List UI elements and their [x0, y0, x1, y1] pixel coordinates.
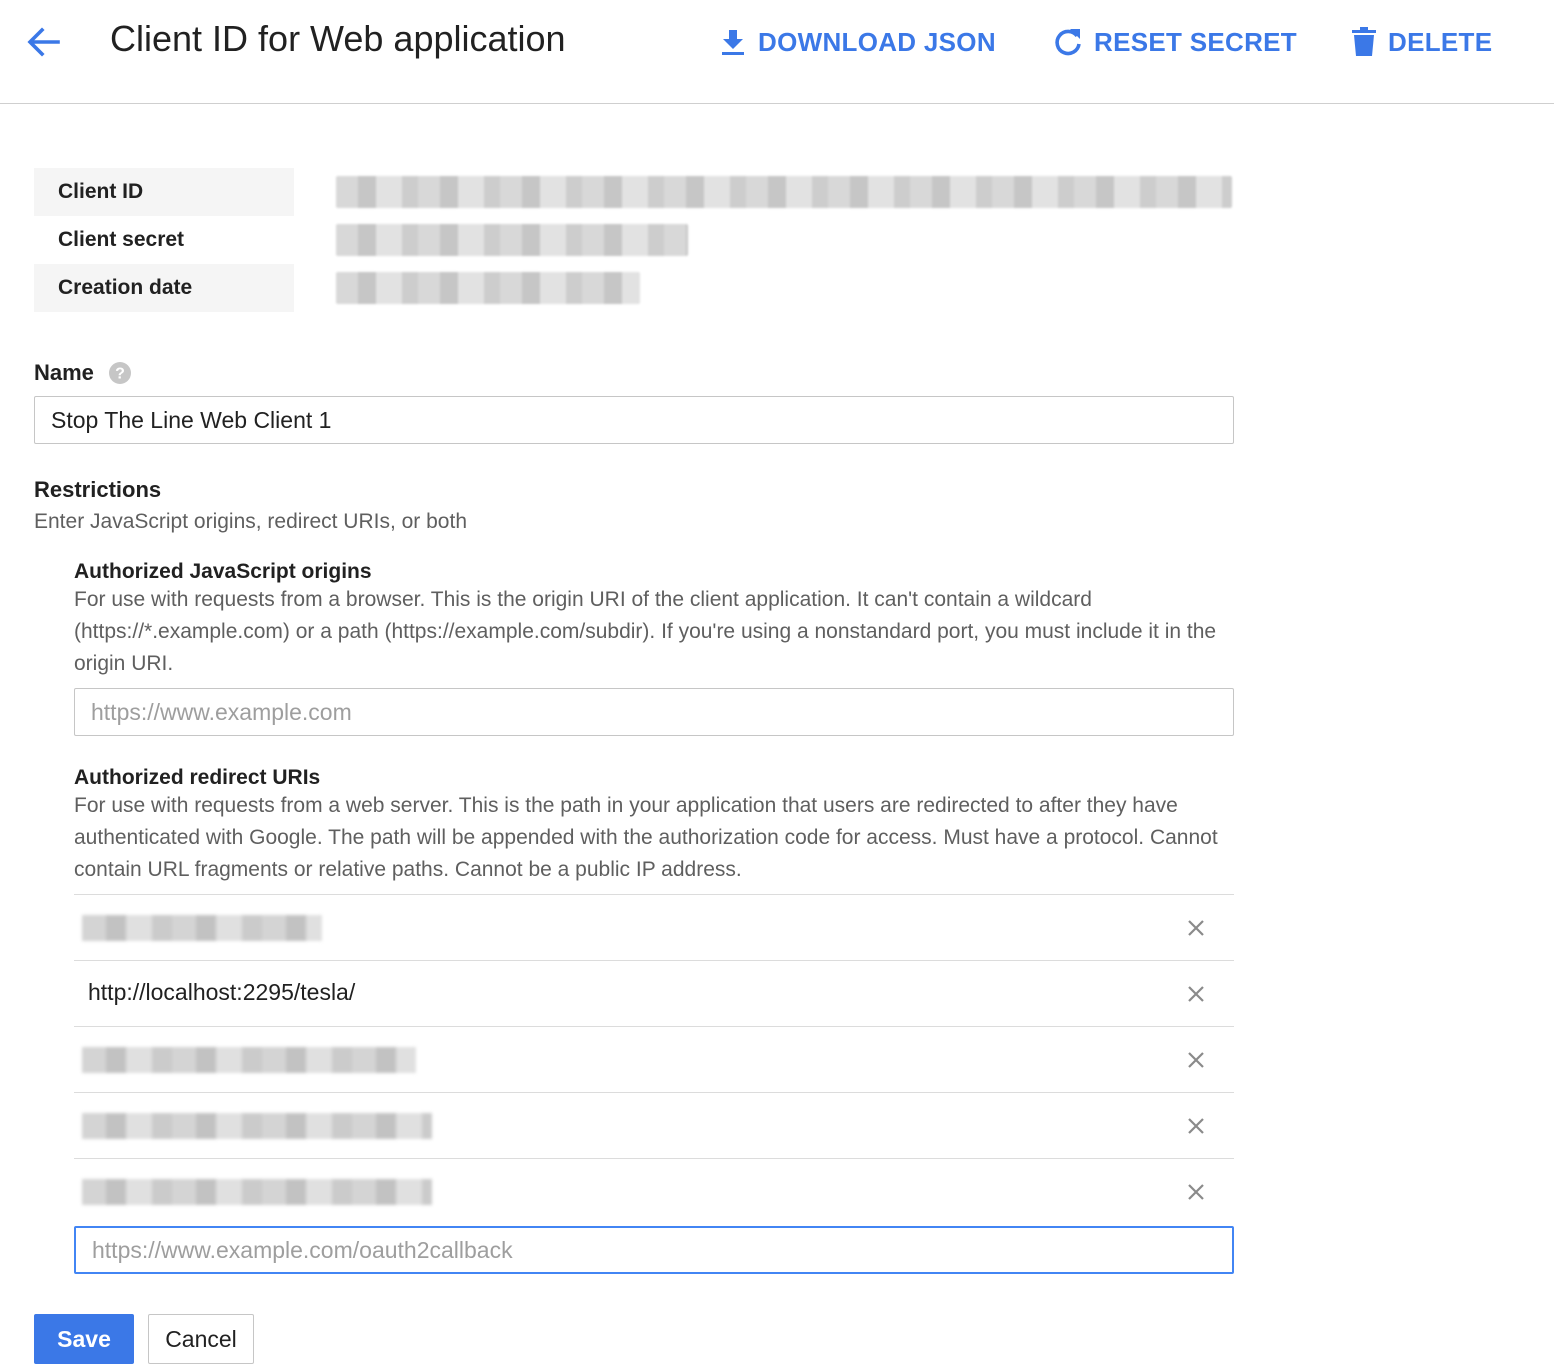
redirect-uri-redacted [82, 1047, 416, 1073]
help-button[interactable]: ? [108, 361, 132, 385]
client-secret-row: Client secret [34, 216, 1234, 264]
redirect-uri-redacted [82, 1113, 432, 1139]
client-secret-value-redacted [336, 224, 688, 256]
svg-text:?: ? [115, 366, 125, 383]
close-icon [1188, 986, 1204, 1002]
restrictions-subtitle: Enter JavaScript origins, redirect URIs,… [34, 510, 468, 533]
js-origins-description: For use with requests from a browser. Th… [74, 588, 1217, 675]
redirect-uri-redacted [82, 1179, 432, 1205]
creation-date-value-redacted [336, 272, 640, 304]
reset-secret-label: RESET SECRET [1094, 26, 1297, 57]
back-button[interactable] [22, 22, 66, 62]
js-origin-input[interactable] [74, 688, 1234, 736]
restrictions-title: Restrictions [34, 477, 162, 502]
redirect-uri-row [74, 1027, 1234, 1093]
remove-uri-button[interactable] [1184, 982, 1208, 1006]
close-icon [1188, 1184, 1204, 1200]
client-secret-label: Client secret [34, 216, 294, 264]
arrow-back-icon [27, 27, 60, 57]
help-icon: ? [109, 362, 131, 384]
remove-uri-button[interactable] [1184, 1048, 1208, 1072]
client-id-label: Client ID [34, 168, 294, 216]
creation-date-row: Creation date [34, 264, 1234, 312]
remove-uri-button[interactable] [1184, 1114, 1208, 1138]
client-id-row: Client ID [34, 168, 1234, 216]
redirect-uri-row [74, 1093, 1234, 1159]
remove-uri-button[interactable] [1184, 916, 1208, 940]
js-origins-title: Authorized JavaScript origins [74, 560, 372, 583]
redirect-uri-redacted [82, 915, 322, 941]
download-json-button[interactable]: DOWNLOAD JSON [718, 22, 996, 62]
name-input[interactable] [34, 396, 1234, 444]
save-button[interactable]: Save [34, 1314, 134, 1364]
credentials-table: Client ID Client secret Creation date [34, 168, 1234, 312]
name-label: Name [34, 360, 94, 385]
redirect-uri-row [74, 1159, 1234, 1225]
close-icon [1188, 920, 1204, 936]
client-id-value-redacted [336, 176, 1232, 208]
refresh-icon [1055, 29, 1081, 56]
delete-label: DELETE [1388, 26, 1493, 57]
redirect-uri-row: http://localhost:2295/tesla/ [74, 961, 1234, 1027]
redirect-uri-row [74, 895, 1234, 961]
close-icon [1188, 1118, 1204, 1134]
cancel-button[interactable]: Cancel [148, 1314, 254, 1364]
redirect-uri-input[interactable] [74, 1226, 1234, 1274]
close-icon [1188, 1052, 1204, 1068]
remove-uri-button[interactable] [1184, 1180, 1208, 1204]
download-icon [722, 30, 744, 55]
redirect-uris-title: Authorized redirect URIs [74, 766, 321, 789]
page-header: Client ID for Web application DOWNLOAD J… [0, 0, 1554, 104]
reset-secret-button[interactable]: RESET SECRET [1052, 22, 1297, 62]
redirect-uris-description: For use with requests from a web server.… [74, 794, 1218, 881]
download-json-label: DOWNLOAD JSON [758, 26, 996, 57]
redirect-uri-text: http://localhost:2295/tesla/ [88, 979, 356, 1005]
creation-date-label: Creation date [34, 264, 294, 312]
trash-icon [1352, 27, 1376, 56]
page-title: Client ID for Web application [110, 18, 566, 59]
delete-button[interactable]: DELETE [1350, 22, 1492, 62]
redirect-uri-list: http://localhost:2295/tesla/ [74, 894, 1234, 1225]
